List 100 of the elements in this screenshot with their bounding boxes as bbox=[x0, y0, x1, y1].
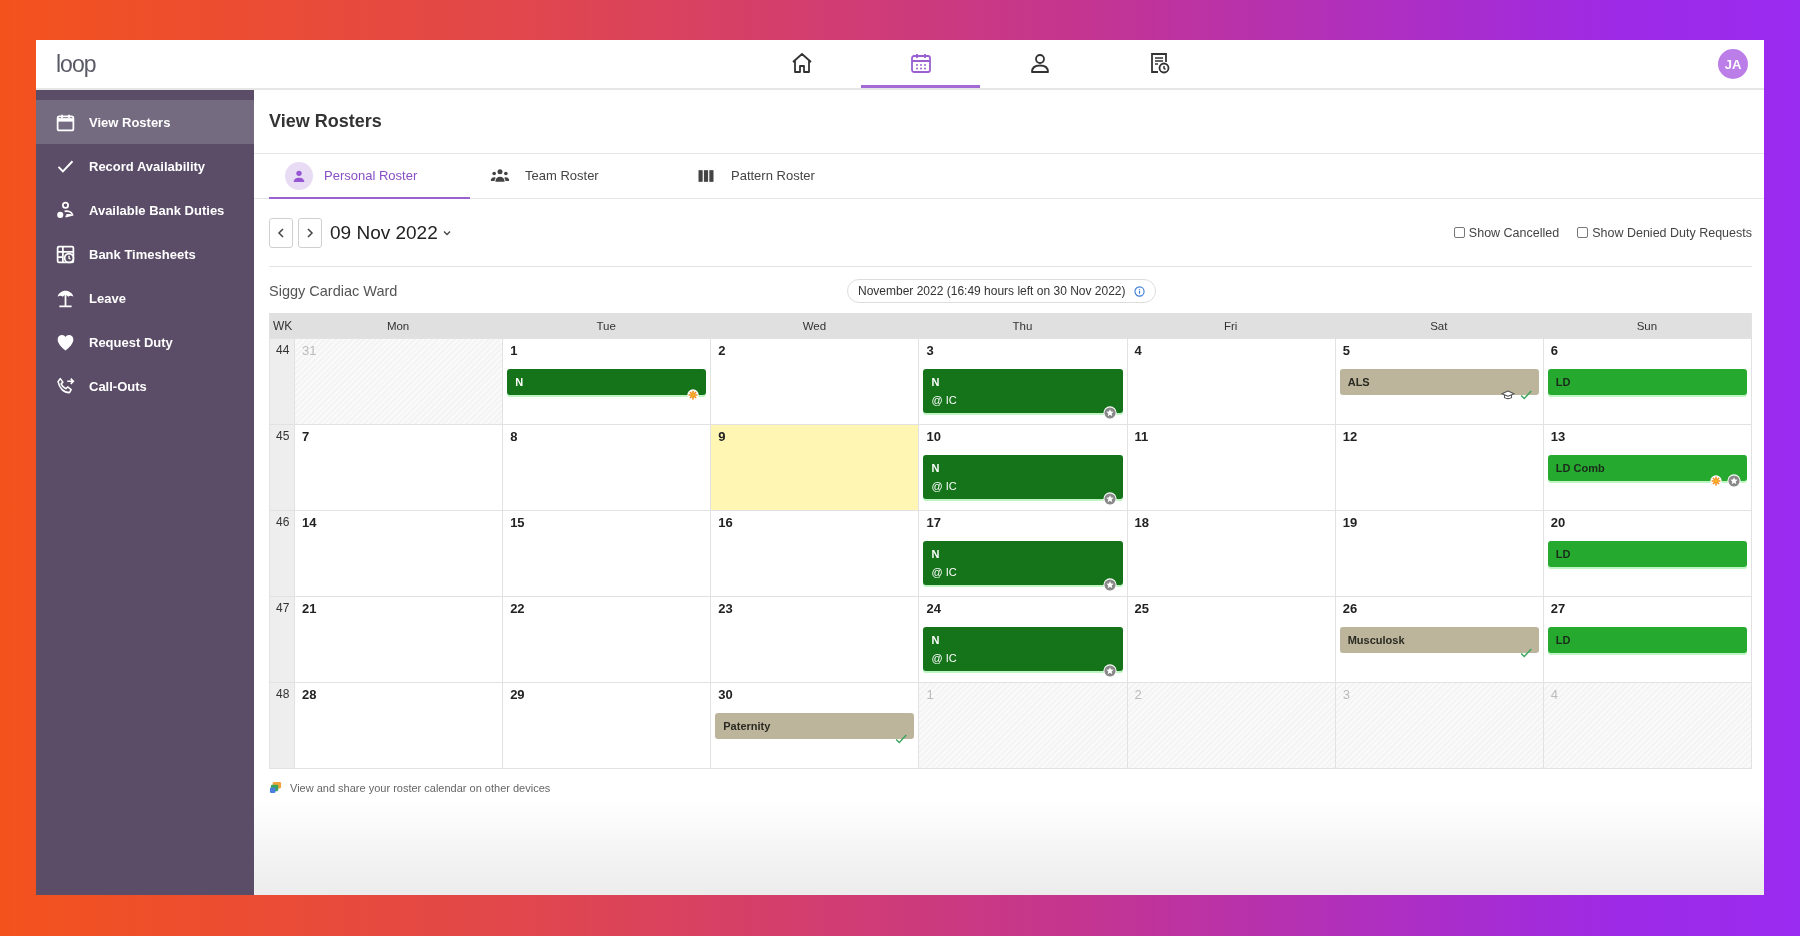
sidebar-item[interactable]: Call-Outs bbox=[36, 364, 254, 408]
day-cell[interactable]: 15 bbox=[502, 510, 711, 596]
day-number: 13 bbox=[1550, 429, 1566, 446]
column-header: Fri bbox=[1126, 313, 1335, 338]
week-number: 46 bbox=[276, 515, 290, 529]
info-icon[interactable] bbox=[1133, 285, 1145, 297]
day-cell[interactable]: 13 LD Comb bbox=[1542, 424, 1751, 510]
sidebar-item[interactable]: Leave bbox=[36, 276, 254, 320]
day-duty[interactable]: LD Comb bbox=[1547, 455, 1747, 481]
day-number: 4 bbox=[1550, 687, 1559, 704]
day-cell[interactable]: 14 bbox=[294, 510, 503, 596]
checkbox-box[interactable] bbox=[1453, 227, 1465, 238]
day-number: 22 bbox=[510, 601, 525, 618]
day-cell[interactable]: 8 bbox=[502, 424, 711, 510]
day-cell[interactable]: 5 ALS bbox=[1334, 338, 1543, 424]
day-number: 10 bbox=[926, 429, 941, 446]
day-number: 1 bbox=[926, 687, 934, 704]
tab[interactable]: Pattern Roster bbox=[676, 154, 831, 199]
calendar-share-icon bbox=[269, 781, 282, 794]
day-cell[interactable]: 11 bbox=[1126, 424, 1335, 510]
day-number: 29 bbox=[510, 687, 525, 704]
day-number: 14 bbox=[302, 515, 317, 532]
sidebar-item[interactable]: Record Availability bbox=[36, 144, 254, 188]
previous-button[interactable] bbox=[269, 217, 293, 248]
day-number: 9 bbox=[718, 429, 726, 446]
night-duty[interactable]: N @ IC bbox=[923, 541, 1123, 585]
day-cell[interactable]: 12 bbox=[1334, 424, 1543, 510]
day-duty[interactable]: LD bbox=[1547, 369, 1747, 395]
day-cell[interactable]: 7 bbox=[294, 424, 503, 510]
day-cell[interactable]: 16 bbox=[710, 510, 919, 596]
duty-text: ALS bbox=[1347, 376, 1371, 388]
day-cell[interactable]: 25 bbox=[1126, 596, 1335, 682]
today-cell[interactable]: 9 bbox=[710, 424, 919, 510]
day-number: 1 bbox=[510, 343, 518, 360]
duty-text: LD bbox=[1555, 376, 1572, 388]
leave-entry[interactable]: Musculosk bbox=[1339, 627, 1539, 653]
timesheet-clock-icon bbox=[55, 243, 76, 265]
day-cell[interactable]: 23 bbox=[710, 596, 919, 682]
duty-text: N bbox=[515, 376, 525, 388]
day-number: 26 bbox=[1342, 601, 1358, 618]
duty-text: @ IC bbox=[931, 566, 958, 578]
day-duty[interactable]: LD bbox=[1547, 627, 1747, 653]
day-cell[interactable]: 27 LD bbox=[1542, 596, 1751, 682]
day-cell[interactable]: 10 N @ IC bbox=[918, 424, 1127, 510]
date-picker[interactable]: 09 Nov 2022 bbox=[330, 221, 452, 244]
checkbox[interactable]: Show Denied Duty Requests bbox=[1577, 225, 1752, 240]
next-button[interactable] bbox=[298, 217, 322, 248]
column-header: Tue bbox=[502, 313, 711, 338]
leave-entry[interactable]: Paternity bbox=[715, 713, 915, 739]
night-duty[interactable]: N @ IC bbox=[923, 369, 1123, 413]
day-cell[interactable]: 29 bbox=[502, 682, 711, 768]
day-cell[interactable]: 1 N bbox=[502, 338, 711, 424]
day-cell[interactable]: 22 bbox=[502, 596, 711, 682]
week-number: 44 bbox=[276, 343, 290, 357]
day-cell[interactable]: 19 bbox=[1334, 510, 1543, 596]
leave-entry[interactable]: ALS bbox=[1339, 369, 1539, 395]
duty-text: N bbox=[931, 376, 941, 388]
day-cell[interactable]: 18 bbox=[1126, 510, 1335, 596]
day-number: 25 bbox=[1134, 601, 1150, 618]
day-cell[interactable]: 21 bbox=[294, 596, 503, 682]
tab[interactable]: Personal Roster bbox=[269, 154, 470, 199]
day-cell[interactable]: 6 LD bbox=[1542, 338, 1751, 424]
sidebar-item[interactable]: Request Duty bbox=[36, 320, 254, 364]
duty-text: N bbox=[931, 548, 941, 560]
sidebar-item[interactable]: Available Bank Duties bbox=[36, 188, 254, 232]
duty-text: LD bbox=[1555, 548, 1572, 560]
day-number: 28 bbox=[302, 687, 317, 704]
checkbox[interactable]: Show Cancelled bbox=[1453, 225, 1560, 240]
day-duty[interactable]: LD bbox=[1547, 541, 1747, 567]
column-header: Wed bbox=[710, 313, 919, 338]
day-cell[interactable]: 3 N @ IC bbox=[918, 338, 1127, 424]
night-duty[interactable]: N @ IC bbox=[923, 627, 1123, 671]
day-number: 16 bbox=[718, 515, 733, 532]
day-cell[interactable]: 28 bbox=[294, 682, 503, 768]
day-cell[interactable]: 4 bbox=[1126, 338, 1335, 424]
day-number: 27 bbox=[1550, 601, 1566, 618]
day-number: 2 bbox=[718, 343, 726, 360]
share-calendar-link[interactable]: View and share your roster calendar on other devices bbox=[290, 781, 551, 794]
day-cell[interactable]: 26 Musculosk bbox=[1334, 596, 1543, 682]
week-number: 48 bbox=[276, 687, 290, 701]
day-cell[interactable]: 20 LD bbox=[1542, 510, 1751, 596]
person-hand-icon bbox=[55, 199, 76, 221]
day-number: 6 bbox=[1550, 343, 1559, 360]
day-cell[interactable]: 30 Paternity bbox=[710, 682, 919, 768]
sidebar-item[interactable]: Bank Timesheets bbox=[36, 232, 254, 276]
day-cell[interactable]: 2 bbox=[710, 338, 919, 424]
day-cell[interactable]: 24 N @ IC bbox=[918, 596, 1127, 682]
chevron-left-icon bbox=[275, 226, 287, 239]
day-number: 8 bbox=[510, 429, 518, 446]
night-duty[interactable]: N bbox=[507, 369, 707, 395]
duty-text: LD Comb bbox=[1555, 462, 1606, 474]
day-cell[interactable]: 17 N @ IC bbox=[918, 510, 1127, 596]
checkbox-box[interactable] bbox=[1577, 227, 1589, 238]
sidebar-item[interactable]: View Rosters bbox=[36, 100, 254, 144]
day-number: 4 bbox=[1134, 343, 1142, 360]
night-duty[interactable]: N @ IC bbox=[923, 455, 1123, 499]
day-number: 23 bbox=[718, 601, 733, 618]
tab[interactable]: Team Roster bbox=[470, 154, 676, 199]
day-number: 3 bbox=[926, 343, 934, 360]
day-number: 5 bbox=[1342, 343, 1350, 360]
